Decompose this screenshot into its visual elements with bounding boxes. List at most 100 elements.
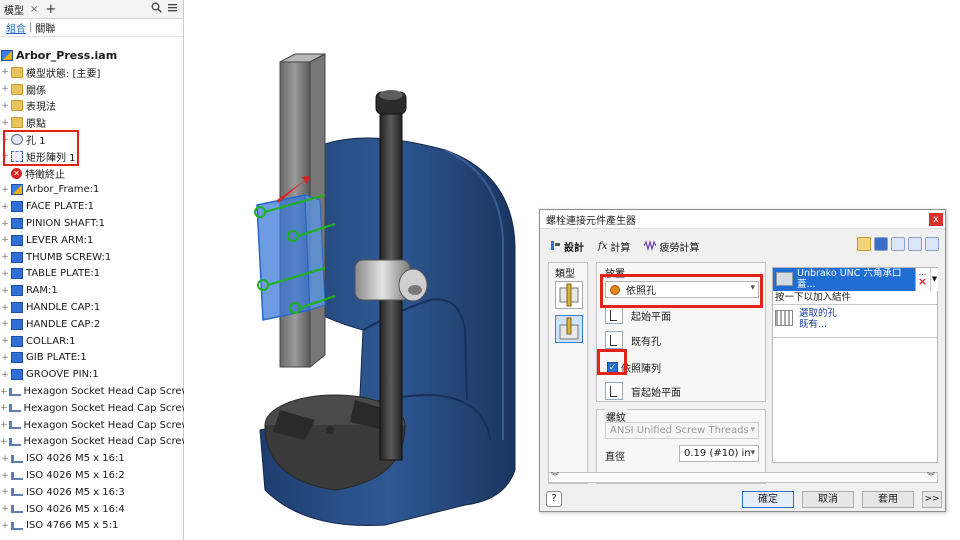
blind-bolt-type-button[interactable] (555, 315, 583, 343)
expand-icon[interactable]: + (0, 67, 10, 77)
tree-node-screw[interactable]: + Hexagon Socket Head Cap Screw - In (0, 383, 184, 400)
follow-pattern-checkbox[interactable]: ✓ (607, 362, 618, 373)
follow-pattern-row[interactable]: ✓ 依照陣列 (607, 360, 661, 375)
existing-hole-row[interactable]: 既有孔 (605, 331, 661, 349)
expand-icon[interactable]: + (0, 219, 10, 229)
tree-node-label: LEVER ARM:1 (26, 234, 94, 246)
expand-icon[interactable]: + (0, 437, 8, 447)
expand-icon[interactable]: + (0, 235, 10, 245)
expand-icon[interactable]: + (0, 303, 10, 313)
expand-icon[interactable]: + (0, 454, 10, 464)
tree-node-representations[interactable]: + 表現法 (0, 98, 184, 115)
expand-icon[interactable]: + (0, 101, 10, 111)
assembly-icon (1, 49, 13, 61)
chevron-down-icon[interactable]: ▼ (930, 268, 938, 291)
tree-node-part[interactable]: + GIB PLATE:1 (0, 350, 184, 367)
expand-icon[interactable]: + (0, 504, 10, 514)
expand-icon[interactable]: + (0, 487, 10, 497)
tree-node-label: GIB PLATE:1 (26, 352, 87, 364)
expand-icon[interactable]: + (0, 269, 10, 279)
expand-icon[interactable]: + (0, 202, 10, 212)
expand-icon[interactable]: + (0, 387, 8, 397)
model-viewport[interactable] (185, 0, 545, 540)
settings-icon[interactable] (891, 237, 905, 251)
placement-dropdown[interactable]: 依照孔 ▾ (605, 281, 759, 298)
tree-node-part[interactable]: + FACE PLATE:1 (0, 198, 184, 215)
blind-start-plane-icon[interactable] (605, 382, 623, 400)
cancel-button[interactable]: 取消 (802, 491, 854, 508)
tree-node-model-state[interactable]: + 模型狀態: [主要] (0, 64, 184, 81)
tree-node-part[interactable]: + LEVER ARM:1 (0, 232, 184, 249)
diameter-dropdown[interactable]: 0.19 (#10) in ▾ (679, 445, 759, 462)
tree-node-part[interactable]: + PINION SHAFT:1 (0, 215, 184, 232)
tree-root[interactable]: Arbor_Press.iam (0, 46, 184, 64)
save-icon[interactable] (874, 237, 888, 251)
tree-node-part[interactable]: + RAM:1 (0, 282, 184, 299)
tab-model[interactable]: 模型 (0, 2, 28, 17)
tab-assembly[interactable]: 組合 (6, 20, 26, 35)
tree-node-origin[interactable]: + 原點 (0, 114, 184, 131)
expand-icon[interactable]: + (0, 336, 10, 346)
tree-node-label: GROOVE PIN:1 (26, 369, 99, 381)
tab-relations[interactable]: 關聯 (35, 20, 55, 35)
expand-collapse-bar[interactable]: ︾ ︾ (548, 472, 938, 483)
tree-node-relations[interactable]: + 關係 (0, 81, 184, 98)
expand-icon[interactable]: + (0, 403, 8, 413)
calc-options-icon[interactable] (908, 237, 922, 251)
existing-hole-icon[interactable] (605, 331, 623, 349)
tree-node-part[interactable]: + HANDLE CAP:1 (0, 299, 184, 316)
fastener-item-selected[interactable]: Unbrako UNC 六角承口蓋... 10 x 1 1/4 (773, 268, 915, 301)
expand-icon[interactable]: + (0, 420, 8, 430)
start-plane-icon[interactable] (605, 306, 623, 324)
calc-icon: fx (598, 241, 608, 252)
more-button[interactable]: >> (922, 491, 942, 508)
tree-node-screw[interactable]: + Hexagon Socket Head Cap Screw - In (0, 434, 184, 451)
tree-node-end-of-features[interactable]: ✕ 特徵終止 (0, 165, 184, 182)
menu-icon[interactable] (167, 2, 178, 16)
search-icon[interactable] (151, 2, 162, 16)
chevron-down-icon[interactable]: ︾ (927, 471, 935, 482)
tree-node-screw[interactable]: + ISO 4026 M5 x 16:4 (0, 501, 184, 518)
tree-node-arbor-frame[interactable]: + Arbor_Frame:1 (0, 182, 184, 199)
expand-icon[interactable]: + (0, 471, 10, 481)
through-bolt-type-button[interactable] (555, 281, 583, 309)
add-fastener-hint[interactable]: 按一下以加入結件 (773, 292, 937, 305)
delete-icon[interactable]: × (916, 276, 929, 287)
expand-icon[interactable]: + (0, 84, 10, 94)
close-button[interactable]: x (929, 213, 943, 226)
help-button[interactable]: ? (546, 491, 562, 507)
tree-options-icon[interactable] (925, 237, 939, 251)
tab-calculation[interactable]: fx 計算 (596, 237, 632, 256)
expand-icon[interactable]: + (0, 185, 10, 195)
tree-node-screw[interactable]: + Hexagon Socket Head Cap Screw - In (0, 400, 184, 417)
add-tab-icon[interactable]: + (45, 2, 56, 17)
tree-node-part[interactable]: + GROOVE PIN:1 (0, 366, 184, 383)
expand-icon[interactable]: + (0, 118, 10, 128)
tree-node-screw[interactable]: + Hexagon Socket Head Cap Screw - In (0, 417, 184, 434)
tree-node-screw[interactable]: + ISO 4026 M5 x 16:2 (0, 467, 184, 484)
ok-button[interactable]: 確定 (742, 491, 794, 508)
tree-node-part[interactable]: + HANDLE CAP:2 (0, 316, 184, 333)
apply-button[interactable]: 套用 (862, 491, 914, 508)
tree-node-part[interactable]: + COLLAR:1 (0, 333, 184, 350)
tree-node-screw[interactable]: + ISO 4026 M5 x 16:1 (0, 450, 184, 467)
open-folder-icon[interactable] (857, 237, 871, 251)
tree-node-screw[interactable]: + ISO 4766 M5 x 5:1 (0, 518, 184, 535)
expand-icon[interactable]: + (0, 286, 10, 296)
hole-item[interactable]: 選取的孔 既有... (775, 308, 837, 330)
chevron-down-icon[interactable]: ︾ (551, 471, 559, 482)
close-tab-icon[interactable]: × (30, 4, 38, 15)
start-plane-row[interactable]: 起始平面 (605, 306, 671, 324)
expand-icon[interactable]: + (0, 319, 10, 329)
tree-node-part[interactable]: + THUMB SCREW:1 (0, 249, 184, 266)
tab-fatigue[interactable]: 疲勞計算 (642, 237, 701, 256)
tree-node-part[interactable]: + TABLE PLATE:1 (0, 266, 184, 283)
expand-icon[interactable]: + (0, 252, 10, 262)
expand-icon[interactable]: + (0, 521, 10, 531)
thread-standard-dropdown[interactable]: ANSI Unified Screw Threads ▾ (605, 422, 759, 439)
tab-design[interactable]: 設計 (548, 237, 586, 256)
expand-icon[interactable]: + (0, 370, 10, 380)
tree-node-screw[interactable]: + ISO 4026 M5 x 16:3 (0, 484, 184, 501)
expand-icon[interactable]: + (0, 353, 10, 363)
blind-start-plane-row[interactable]: 盲起始平面 (605, 382, 681, 400)
